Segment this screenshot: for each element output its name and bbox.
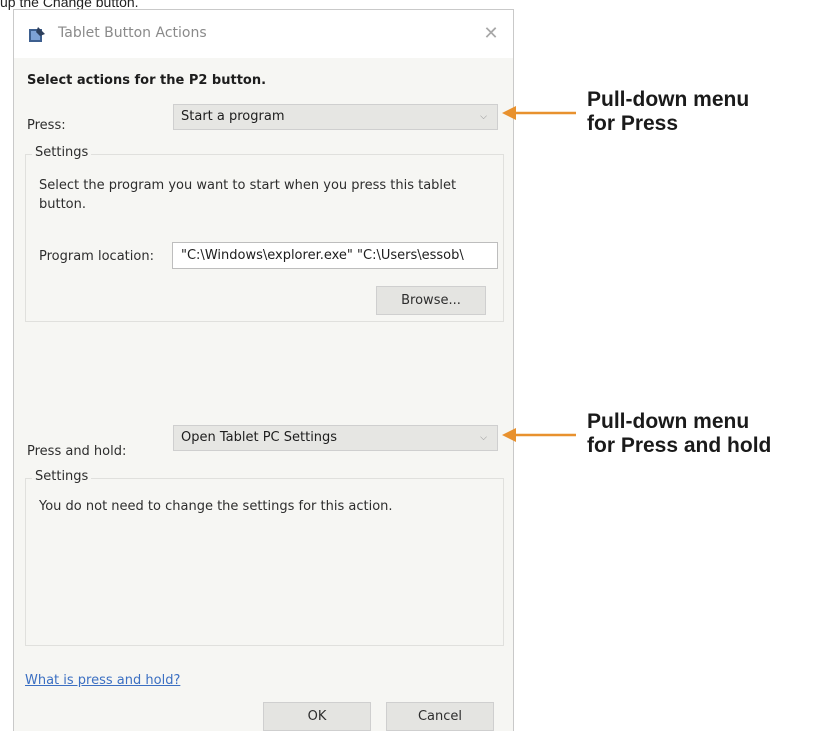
press-callout-line-2: for Press [587,112,679,135]
press-callout-label: Pull-down menu for Press [587,88,749,136]
press-callout-line-1: Pull-down menu [587,88,750,111]
press-and-hold-callout-arrow [502,428,576,442]
press-callout-arrow [502,106,576,120]
press-and-hold-callout-label: Pull-down menu for Press and hold [587,410,771,458]
press-and-hold-callout-line-1: Pull-down menu [587,410,750,433]
press-and-hold-callout-line-2: for Press and hold [587,434,772,457]
